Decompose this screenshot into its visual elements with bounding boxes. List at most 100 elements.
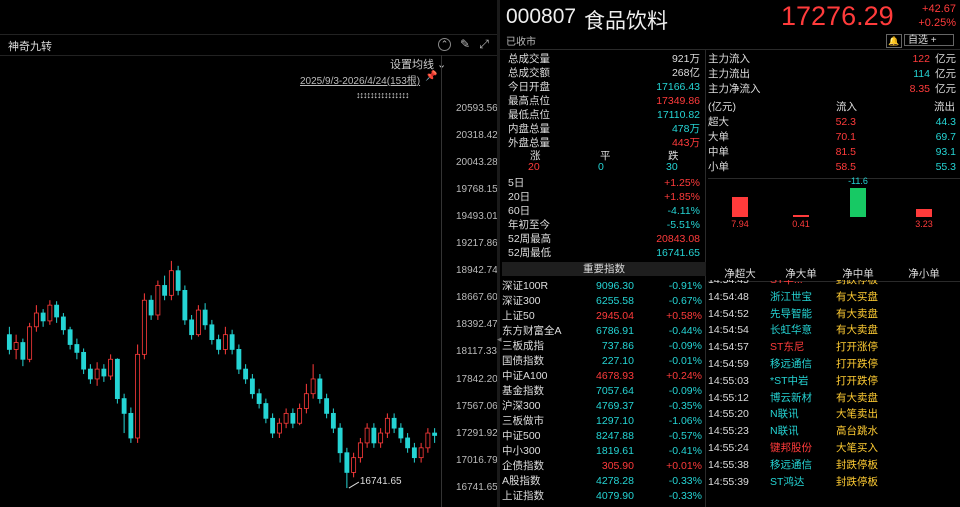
flow-table-header: (亿元) xyxy=(708,101,736,113)
market-events-list[interactable]: 14:54:45 ST华... 封跌停板 14:54:48 浙江世宝 有大买盘 14:54:… xyxy=(708,280,960,507)
market-event-row[interactable]: 14:55:12 博云新材 有大卖盘 xyxy=(708,390,960,406)
flow-in-value: 52.3 xyxy=(835,116,856,128)
indices-list[interactable]: 深证100R 9096.30 -0.91% 深证300 6255.58 -0.67% 上证5… xyxy=(502,279,706,507)
index-row[interactable]: 中证500 8247.88 -0.57% xyxy=(502,429,702,443)
index-change-pct: -0.35% xyxy=(668,400,702,412)
candle-body xyxy=(47,304,53,322)
advance-decline-value: 20 xyxy=(528,161,540,173)
edit-pen-icon[interactable]: ✎ xyxy=(458,37,472,51)
candle xyxy=(114,358,120,404)
index-row[interactable]: 中小300 1819.61 -0.41% xyxy=(502,444,702,458)
index-row[interactable]: 中证A100 4678.93 +0.24% xyxy=(502,369,702,383)
pane-splitter[interactable] xyxy=(497,0,500,507)
index-row[interactable]: A股指数 4278.28 -0.33% xyxy=(502,474,702,488)
candle-body xyxy=(67,329,73,345)
index-row[interactable]: 东方财富全A 6786.91 -0.44% xyxy=(502,324,702,338)
candle xyxy=(378,428,384,448)
candle-body xyxy=(324,398,330,414)
candle-body xyxy=(398,427,404,439)
period-change-panel: 5日 +1.25% 20日 +1.85% 60日 -4.11% 年初至今 -5.51% 52周最… xyxy=(508,176,700,262)
stat-row: 总成交量 921万 xyxy=(508,52,700,66)
candle-body xyxy=(135,353,141,439)
main-flow-panel: 主力流入 122 亿元 主力流出 114 亿元 主力净流入 8.35 亿元 xyxy=(708,52,956,96)
event-time: 14:55:20 xyxy=(708,408,749,421)
index-value: 4278.28 xyxy=(596,475,634,487)
index-row[interactable]: 国债指数 227.10 -0.01% xyxy=(502,354,702,368)
index-row[interactable]: 三板成指 737.86 -0.09% xyxy=(502,339,702,353)
market-event-row[interactable]: 14:55:20 N联讯 大笔卖出 xyxy=(708,406,960,422)
stat-value: 478万 xyxy=(671,123,700,135)
kline-chart-pane[interactable]: 神奇九转 ⌃ ✎ ⤢ 设置均线 ⌄ 2025/9/3-2026/4/24(153… xyxy=(0,0,498,507)
index-value: 6255.58 xyxy=(596,295,634,307)
candle-body xyxy=(182,289,188,321)
market-event-row[interactable]: 14:55:39 ST鸿达 封跌停板 xyxy=(708,474,960,490)
market-event-row[interactable]: 14:54:54 长虹华意 有大卖盘 xyxy=(708,322,960,338)
event-type: 封跌停板 xyxy=(836,458,878,471)
index-row[interactable]: 三板做市 1297.10 -1.06% xyxy=(502,414,702,428)
event-stock-name: N联讯 xyxy=(770,408,799,421)
market-event-row[interactable]: 14:55:23 N联讯 高台跳水 xyxy=(708,423,960,439)
fullscreen-icon[interactable]: ⤢ xyxy=(477,37,491,51)
index-row[interactable]: 沪深300 4769.37 -0.35% xyxy=(502,399,702,413)
candle-body xyxy=(297,408,303,424)
stat-value: 921万 xyxy=(671,53,700,65)
index-row[interactable]: 基金指数 7057.64 -0.09% xyxy=(502,384,702,398)
index-name: 深证300 xyxy=(502,295,541,307)
market-event-row[interactable]: 14:54:52 先导智能 有大卖盘 xyxy=(708,306,960,322)
alert-bell-icon[interactable]: 🔔 xyxy=(886,34,902,48)
collapse-icon[interactable]: ⌃ xyxy=(438,38,451,51)
candle xyxy=(384,413,390,438)
market-event-row[interactable]: 14:54:59 移远通信 打开跌停 xyxy=(708,356,960,372)
date-range-label[interactable]: 2025/9/3-2026/4/24(153根) xyxy=(300,72,420,87)
candle-body xyxy=(378,432,384,444)
index-row[interactable]: 上证50 2945.04 +0.58% xyxy=(502,309,702,323)
candlestick-plot[interactable]: 16741.65 xyxy=(0,90,441,507)
market-event-row[interactable]: 14:54:57 ST东尼 打开涨停 xyxy=(708,339,960,355)
candle xyxy=(256,388,262,409)
candle-body xyxy=(256,393,262,404)
candle xyxy=(94,362,100,386)
event-type: 封跌停板 xyxy=(836,280,878,286)
main-flow-label: 主力流出 xyxy=(708,68,750,80)
index-change-pct: -1.06% xyxy=(668,415,702,427)
index-row[interactable]: 上证指数 4079.90 -0.33% xyxy=(502,489,702,503)
candle xyxy=(249,374,255,399)
net-flow-category: 净中单 xyxy=(842,268,874,280)
index-name: 深证100R xyxy=(502,280,549,292)
market-event-row[interactable]: 14:54:48 浙江世宝 有大买盘 xyxy=(708,289,960,305)
pin-icon[interactable]: 📌 xyxy=(425,71,437,82)
index-change-pct: -0.41% xyxy=(668,445,702,457)
chart-header: 神奇九转 ⌃ ✎ ⤢ xyxy=(0,34,498,56)
add-watchlist-button[interactable]: 自选 + xyxy=(904,34,954,46)
index-row[interactable]: 深证300 6255.58 -0.67% xyxy=(502,294,702,308)
market-event-row[interactable]: 14:55:24 键邦股份 大笔买入 xyxy=(708,440,960,456)
index-value: 1819.61 xyxy=(596,445,634,457)
period-value: 20843.08 xyxy=(656,233,700,245)
index-value: 4678.93 xyxy=(596,370,634,382)
period-label: 52周最低 xyxy=(508,247,552,259)
splitter-arrow-icon[interactable]: ◂ xyxy=(497,334,502,345)
index-value: 8247.88 xyxy=(596,430,634,442)
index-change-pct: -0.33% xyxy=(668,490,702,502)
candle xyxy=(270,413,276,438)
index-value: 9096.30 xyxy=(596,280,634,292)
market-event-row[interactable]: 14:54:45 ST华... 封跌停板 xyxy=(708,280,960,288)
main-flow-value: 8.35 xyxy=(909,83,930,95)
event-type: 有大卖盘 xyxy=(836,307,878,320)
ma-settings-button[interactable]: 设置均线 ⌄ xyxy=(390,56,446,72)
low-pointer xyxy=(348,481,360,489)
net-flow-bar xyxy=(793,215,809,217)
net-flow-bar xyxy=(732,197,748,217)
flow-in-value: 58.5 xyxy=(835,161,856,173)
event-type: 打开涨停 xyxy=(836,341,878,354)
period-label: 年初至今 xyxy=(508,219,550,231)
index-row[interactable]: 深证100R 9096.30 -0.91% xyxy=(502,279,702,293)
candle-body xyxy=(351,457,357,473)
price-tick-label: 19768.15 xyxy=(456,184,498,196)
flow-row-label: 大单 xyxy=(708,131,729,143)
index-name: 三板成指 xyxy=(502,340,544,352)
market-event-row[interactable]: 14:55:03 *ST中岩 打开跌停 xyxy=(708,373,960,389)
index-row[interactable]: 企债指数 305.90 +0.01% xyxy=(502,459,702,473)
event-stock-name: ST华... xyxy=(770,280,803,286)
market-event-row[interactable]: 14:55:38 移远通信 封跌停板 xyxy=(708,457,960,473)
